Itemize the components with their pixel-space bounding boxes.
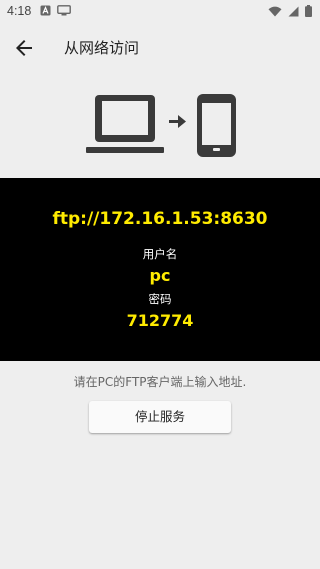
password-value: 712774 [126,311,194,330]
stop-service-button[interactable]: 停止服务 [89,401,231,433]
status-notification-icons [40,5,71,16]
arrow-left-icon [16,40,32,56]
status-bar: 4:18 [0,0,320,24]
screen-cast-icon [57,5,71,16]
app-bar: 从网络访问 [0,24,320,70]
wifi-icon [268,6,282,16]
battery-icon [305,5,312,17]
ftp-address: ftp://172.16.1.53:8630 [52,209,268,229]
username-value: pc [149,266,171,285]
pc-to-phone-illustration [86,90,236,158]
password-label: 密码 [148,292,172,306]
username-label: 用户名 [142,247,178,261]
arrow-right-icon [169,115,186,128]
laptop-icon [86,95,164,153]
signal-icon [288,6,299,16]
connection-info-panel: ftp://172.16.1.53:8630 用户名 pc 密码 712774 [0,178,320,361]
back-button[interactable] [12,36,36,60]
hint-text: 请在PC的FTP客户端上输入地址. [73,375,247,389]
status-system-icons [268,5,312,17]
status-time: 4:18 [7,4,32,18]
a-notification-icon [40,5,51,16]
page-title: 从网络访问 [64,39,140,57]
phone-icon [197,94,236,157]
